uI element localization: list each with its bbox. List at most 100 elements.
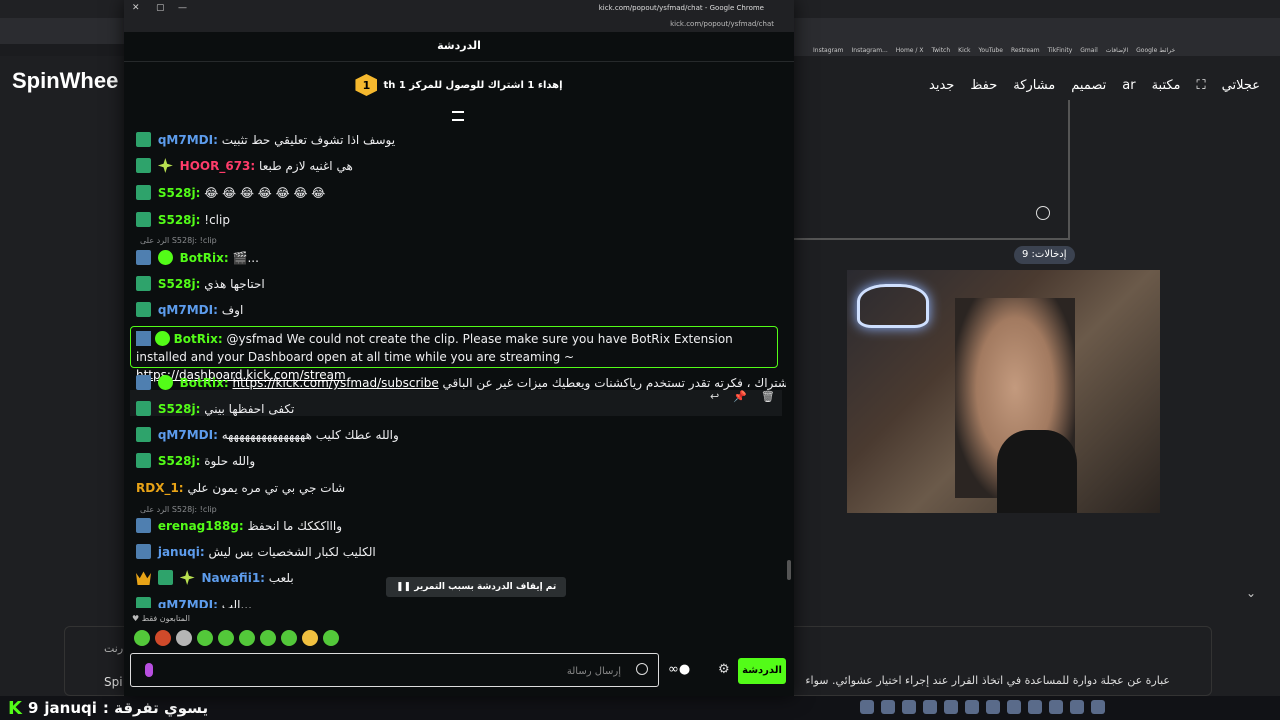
emote-icon[interactable] <box>239 630 255 646</box>
username[interactable]: januqi: <box>158 545 205 559</box>
sub-goal-banner[interactable]: إهداء 1 اشتراك للوصول للمركز 1 th 1 <box>124 62 794 108</box>
chat-message-list[interactable]: qM7MDI: يوسف اذا تشوف تعليقي حط تثبيت HO… <box>124 126 786 608</box>
username[interactable]: S528j: <box>158 277 201 291</box>
bookmark-x[interactable]: Home / X <box>896 47 924 54</box>
restore-icon[interactable]: ▢ <box>156 3 165 13</box>
chat-message: RDX_1: شات جي بي تي مره يمون علي <box>136 479 776 497</box>
bookmark-youtube[interactable]: YouTube <box>979 47 1003 54</box>
username[interactable]: BotRix: <box>174 332 223 346</box>
username[interactable]: S528j: <box>158 402 201 416</box>
emote-icon[interactable] <box>176 630 192 646</box>
username[interactable]: qM7MDI: <box>158 598 218 608</box>
design-button[interactable]: تصميم <box>1071 78 1106 93</box>
pin-icon[interactable]: 📌 <box>733 390 747 403</box>
message-text: واااكككك ما انحفظ <box>247 519 343 533</box>
emote-icon[interactable] <box>134 630 150 646</box>
description-text: عبارة عن عجلة دوارة للمساعدة في اتخاذ ال… <box>805 674 1170 687</box>
site-logo[interactable]: SpinWhee <box>12 68 118 94</box>
username[interactable]: S528j: <box>158 186 201 200</box>
entries-panel[interactable] <box>794 100 1070 240</box>
channel-points-icon[interactable]: ∞● <box>668 662 690 677</box>
username[interactable]: RDX_1: <box>136 481 184 495</box>
tray-icon[interactable] <box>965 700 979 714</box>
bookmark-gmail[interactable]: Gmail <box>1080 47 1098 54</box>
message-text: هي اغنيه لازم طبعا <box>259 159 353 173</box>
emote-icon[interactable] <box>197 630 213 646</box>
username[interactable]: erenag188g: <box>158 519 244 533</box>
kicky-icon[interactable] <box>145 663 153 677</box>
settings-icon[interactable]: ⚙ <box>718 662 730 677</box>
subscribe-link[interactable]: https://kick.com/ysfmad/subscribe <box>233 376 439 390</box>
tray-icon[interactable] <box>881 700 895 714</box>
close-icon[interactable]: ✕ <box>132 3 140 13</box>
bookmark-tikfinity[interactable]: TikFinity <box>1048 47 1073 54</box>
scroll-thumb[interactable] <box>787 560 791 580</box>
chat-paused-banner[interactable]: ❚❚ تم إيقاف الدردشة بسبب التمرير <box>386 577 567 597</box>
delete-icon[interactable]: 🗑 <box>761 390 775 403</box>
tray-icon[interactable] <box>1091 700 1105 714</box>
emote-icon[interactable] <box>281 630 297 646</box>
bookmark-instagram-2[interactable]: Instagram... <box>852 47 888 54</box>
tray-icon[interactable] <box>1028 700 1042 714</box>
chat-message: S528j: والله حلوة <box>136 452 776 470</box>
username[interactable]: S528j: <box>158 454 201 468</box>
chat-scrollbar[interactable] <box>786 126 792 606</box>
tray-icon[interactable] <box>860 700 874 714</box>
username[interactable]: Nawafii1: <box>201 571 264 585</box>
minimize-icon[interactable]: — <box>178 3 187 13</box>
emoji-icon[interactable] <box>1036 206 1050 220</box>
username[interactable]: HOOR_673: <box>180 159 256 173</box>
gallery-button[interactable]: مكتبة <box>1152 78 1181 93</box>
emoji-icon[interactable] <box>636 663 648 675</box>
username[interactable]: qM7MDI: <box>158 428 218 442</box>
pause-icon: ❚❚ <box>396 582 412 592</box>
emote-icon[interactable] <box>323 630 339 646</box>
bookmark-kick[interactable]: Kick <box>958 47 970 54</box>
tray-icon[interactable] <box>1070 700 1084 714</box>
chat-input[interactable] <box>171 662 621 680</box>
tray-icon[interactable] <box>902 700 916 714</box>
save-button[interactable]: حفظ <box>970 78 997 93</box>
tray-icon[interactable] <box>923 700 937 714</box>
new-button[interactable]: جديد <box>929 78 954 93</box>
emote-icon[interactable] <box>302 630 318 646</box>
share-button[interactable]: مشاركة <box>1013 78 1055 93</box>
taskbar-tray <box>860 700 1105 714</box>
bookmark-maps[interactable]: Google خرائط <box>1136 47 1175 54</box>
reply-icon[interactable]: ↩ <box>710 390 719 403</box>
overlay-count: 9 <box>27 699 39 717</box>
emote-icon[interactable] <box>155 630 171 646</box>
bookmarks-bar: Instagram Instagram... Home / X Twitch K… <box>793 44 1280 56</box>
bookmark-extensions[interactable]: الإضافات <box>1106 47 1128 54</box>
my-wheels-button[interactable]: عجلاتي <box>1222 78 1260 93</box>
username[interactable]: BotRix: <box>180 251 229 265</box>
username[interactable]: qM7MDI: <box>158 133 218 147</box>
tray-icon[interactable] <box>944 700 958 714</box>
sub-gifter-badge-icon <box>179 570 195 585</box>
bookmark-instagram[interactable]: Instagram <box>813 47 844 54</box>
fullscreen-icon[interactable]: ⛶ <box>1197 78 1206 93</box>
reply-reference[interactable]: الرد على S528j: !clip <box>140 236 217 245</box>
collapse-handle-icon[interactable] <box>452 111 464 121</box>
reply-reference[interactable]: الرد على S528j: !clip <box>140 505 217 514</box>
username[interactable]: qM7MDI: <box>158 303 218 317</box>
emote-icon[interactable] <box>260 630 276 646</box>
quick-emote-row <box>134 630 339 646</box>
emote-icon[interactable] <box>218 630 234 646</box>
username[interactable]: BotRix: <box>180 376 229 390</box>
tray-icon[interactable] <box>986 700 1000 714</box>
send-chat-button[interactable]: الدردشة <box>738 658 786 684</box>
tray-icon[interactable] <box>1007 700 1021 714</box>
tray-icon[interactable] <box>1049 700 1063 714</box>
bookmark-restream[interactable]: Restream <box>1011 47 1040 54</box>
chat-input-box <box>130 653 659 687</box>
bot-badge-icon <box>136 375 151 390</box>
og-badge-icon <box>136 401 151 416</box>
username[interactable]: S528j: <box>158 213 201 227</box>
language-button[interactable]: ar <box>1122 78 1135 93</box>
chevron-down-icon[interactable]: ⌄ <box>1246 586 1260 600</box>
bot-badge-icon <box>136 331 151 346</box>
bookmark-twitch[interactable]: Twitch <box>931 47 950 54</box>
chat-message: qM7MDI: والله عطك كليب هههههههههههههههه <box>136 426 776 444</box>
bot-badge-icon <box>136 518 151 533</box>
